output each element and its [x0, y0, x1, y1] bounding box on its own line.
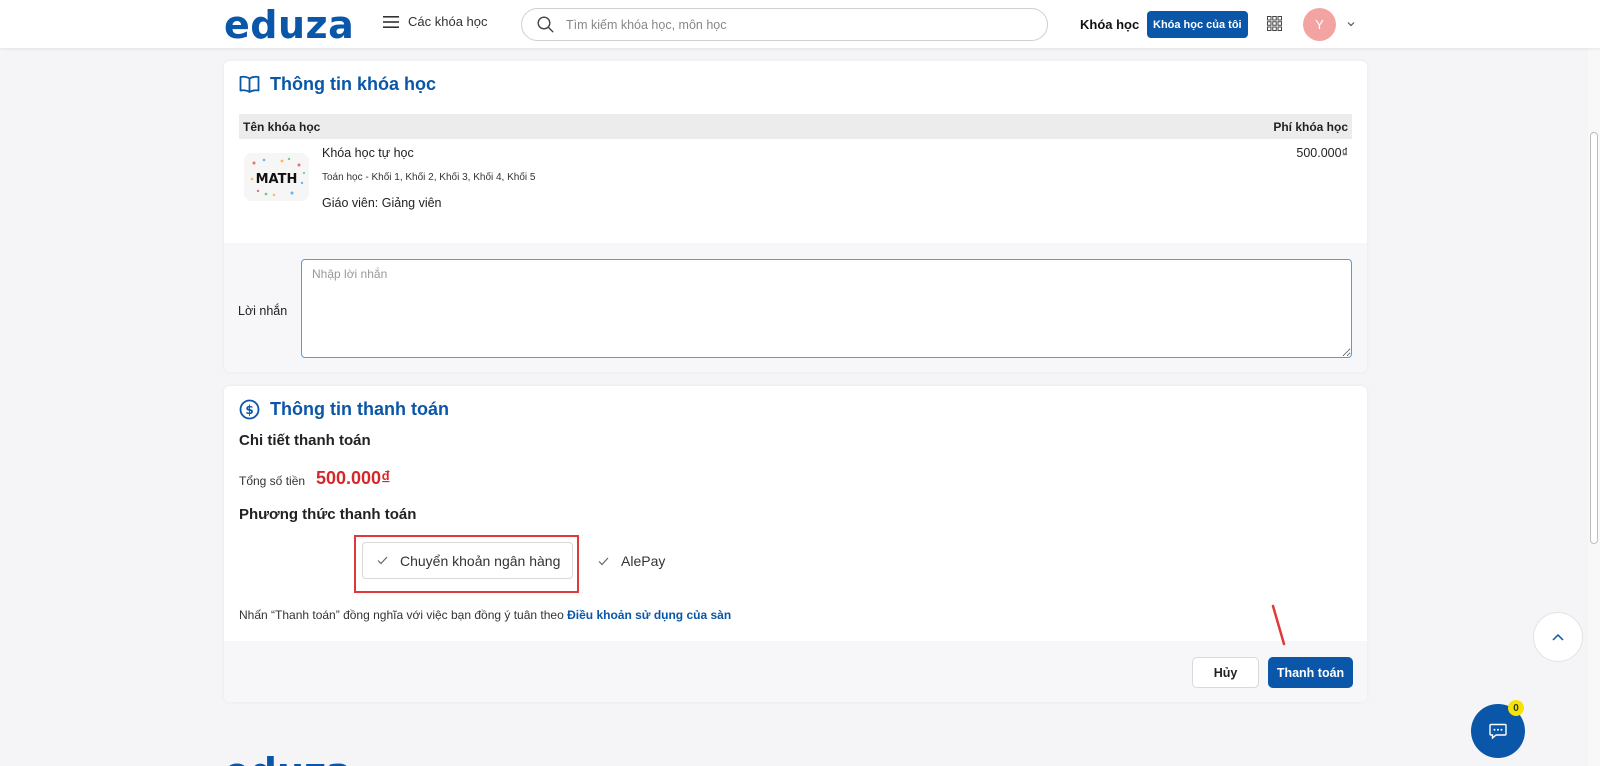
total-amount-label: Tổng số tiền: [239, 474, 306, 488]
message-section: Lời nhắn: [224, 243, 1367, 372]
apps-grid-icon[interactable]: [1267, 16, 1282, 31]
courses-menu-button[interactable]: Các khóa học: [383, 14, 488, 29]
courses-menu-label: Các khóa học: [408, 14, 488, 29]
payment-info-heading: $ Thông tin thanh toán: [239, 399, 449, 420]
dollar-circle-icon: $: [239, 399, 260, 420]
course-thumbnail: MATH: [244, 153, 309, 201]
scrollbar-thumb[interactable]: [1590, 132, 1598, 544]
search-input[interactable]: [566, 17, 1006, 32]
course-table-header: Tên khóa học Phí khóa học: [239, 114, 1352, 139]
method-bank-transfer[interactable]: Chuyển khoản ngân hàng: [362, 542, 573, 579]
course-info-heading: Thông tin khóa học: [239, 74, 436, 95]
method-bank-label: Chuyển khoản ngân hàng: [400, 552, 561, 569]
col-course-name: Tên khóa học: [243, 119, 321, 134]
annotation-arrow: [1271, 604, 1286, 646]
course-tags: Toán học - Khối 1, Khối 2, Khối 3, Khối …: [322, 172, 536, 183]
scroll-to-top-button[interactable]: [1533, 612, 1583, 662]
math-thumb-text: MATH: [256, 172, 298, 187]
check-icon: [598, 557, 609, 565]
user-avatar[interactable]: Y: [1303, 8, 1336, 41]
hamburger-icon: [383, 15, 399, 28]
footer-logo: eduza: [224, 750, 352, 766]
course-name[interactable]: Khóa học tự học: [322, 146, 414, 160]
payment-info-title: Thông tin thanh toán: [270, 399, 449, 419]
chevron-down-icon[interactable]: [1346, 19, 1356, 29]
course-teacher: Giáo viên: Giảng viên: [322, 196, 442, 210]
top-header: eduza Các khóa học Khóa học Khóa học của…: [0, 0, 1600, 48]
chat-bubble-icon: [1489, 723, 1507, 739]
col-course-fee: Phí khóa học: [1273, 119, 1348, 134]
method-alepay[interactable]: AlePay: [598, 549, 665, 573]
nav-courses-link[interactable]: Khóa học: [1080, 17, 1139, 32]
payment-detail-title: Chi tiết thanh toán: [239, 432, 371, 449]
course-row: MATH Khóa học tự học Toán học - Khối 1, …: [239, 141, 1352, 211]
method-alepay-label: AlePay: [621, 553, 666, 569]
payment-method-title: Phương thức thanh toán: [239, 506, 417, 523]
my-courses-button[interactable]: Khóa học của tôi: [1147, 11, 1248, 38]
chat-unread-badge: 0: [1508, 700, 1524, 716]
course-info-title: Thông tin khóa học: [270, 74, 436, 94]
terms-text: Nhấn “Thanh toán” đồng nghĩa với việc bạ…: [239, 608, 568, 622]
message-label: Lời nhắn: [238, 304, 288, 318]
cancel-button[interactable]: Hủy: [1192, 657, 1259, 688]
search-icon: [537, 16, 554, 33]
chevron-up-icon: [1552, 633, 1564, 641]
terms-link[interactable]: Điều khoản sử dụng của sàn: [567, 608, 731, 622]
site-logo[interactable]: eduza: [224, 3, 354, 47]
search-bar[interactable]: [521, 8, 1048, 41]
check-icon: [377, 556, 388, 565]
pay-button[interactable]: Thanh toán: [1268, 657, 1353, 688]
message-textarea[interactable]: [301, 259, 1352, 358]
payment-info-card: $ Thông tin thanh toán Chi tiết thanh to…: [224, 386, 1367, 702]
open-book-icon: [239, 75, 260, 93]
math-thumbnail-image: MATH: [244, 153, 309, 201]
terms-notice: Nhấn “Thanh toán” đồng nghĩa với việc bạ…: [239, 608, 731, 622]
svg-text:$: $: [245, 403, 253, 417]
payment-actions-bar: Hủy Thanh toán: [224, 641, 1367, 702]
page-scrollbar[interactable]: [1588, 0, 1600, 766]
course-info-card: Thông tin khóa học Tên khóa học Phí khóa…: [224, 61, 1367, 372]
total-amount-value: 500.000₫: [316, 468, 391, 488]
course-price: 500.000₫: [1296, 146, 1348, 160]
